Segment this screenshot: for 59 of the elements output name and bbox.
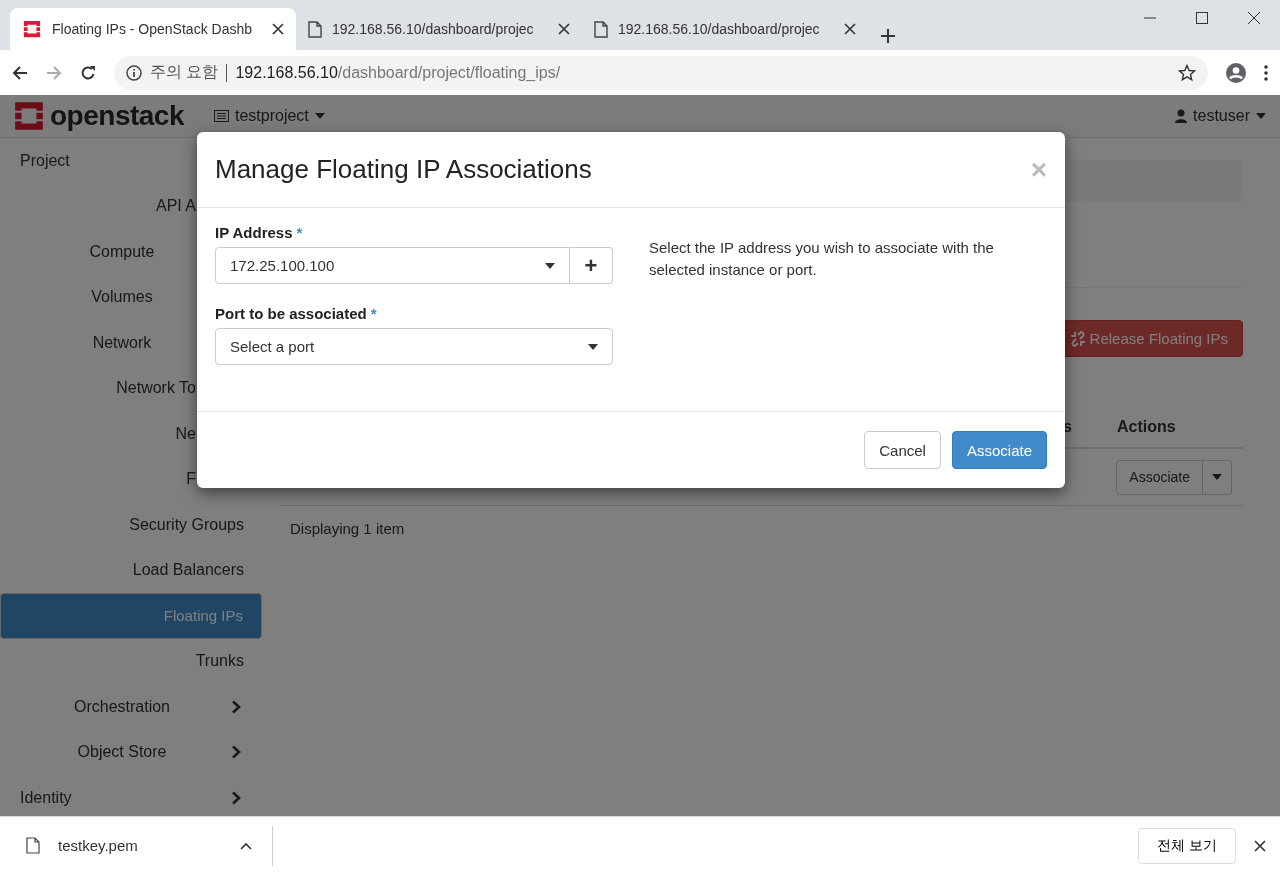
modal-title: Manage Floating IP Associations <box>215 154 593 185</box>
page-icon <box>594 20 608 38</box>
maximize-icon[interactable] <box>1196 12 1208 24</box>
address-bar[interactable]: 주의 요함 192.168.56.10/dashboard/project/floating_ips/ <box>114 55 1208 90</box>
menu-icon[interactable] <box>1264 64 1268 81</box>
close-icon[interactable] <box>844 23 856 35</box>
brand-name: openstack <box>50 100 184 132</box>
dropdown-toggle[interactable] <box>1203 459 1232 495</box>
chevron-right-icon <box>232 699 241 714</box>
field-label: IP Address * <box>215 224 304 241</box>
caret-icon <box>314 113 325 119</box>
openstack-logo-icon <box>22 19 42 39</box>
caret-icon <box>1212 474 1222 480</box>
chevron-right-icon <box>232 745 241 760</box>
account-icon[interactable] <box>1226 62 1246 83</box>
project-dropdown[interactable]: testproject <box>214 107 325 125</box>
field-label: Port to be associated * <box>215 305 378 322</box>
download-item[interactable]: testkey.pem <box>26 825 273 866</box>
list-icon <box>214 110 229 122</box>
show-all-button[interactable]: 전체 보기 <box>1138 827 1236 864</box>
user-icon <box>1175 109 1188 123</box>
new-tab-icon[interactable] <box>880 28 896 44</box>
column-header: Actions <box>1117 418 1177 436</box>
associate-button[interactable]: Associate <box>951 431 1047 469</box>
reload-icon[interactable] <box>80 64 96 81</box>
info-icon <box>126 64 142 81</box>
security-label: 주의 요함 <box>150 62 219 82</box>
browser-tab[interactable]: Floating IPs - OpenStack Dashb <box>10 8 296 50</box>
sidebar-item[interactable]: Floating IPs <box>0 593 262 639</box>
add-button[interactable]: + <box>570 247 613 284</box>
sidebar-item[interactable]: Security Groups <box>0 502 262 548</box>
caret-icon <box>1256 113 1266 119</box>
close-icon[interactable] <box>1248 12 1260 24</box>
sidebar-item[interactable]: Object Store <box>0 729 262 775</box>
item-count: Displaying 1 item <box>289 520 406 537</box>
caret-icon <box>545 262 555 269</box>
caret-icon <box>588 343 598 350</box>
browser-tab[interactable]: 192.168.56.10/dashboard/projec <box>296 8 582 50</box>
page-icon <box>308 20 322 38</box>
associate-button[interactable]: Associate <box>1116 459 1203 495</box>
sidebar-item[interactable]: Load Balancers <box>0 547 262 593</box>
star-icon[interactable] <box>1178 63 1196 82</box>
close-icon[interactable] <box>1254 839 1266 852</box>
chevron-up-icon[interactable] <box>240 841 252 850</box>
unlink-icon <box>1069 330 1086 347</box>
browser-tab[interactable]: 192.168.56.10/dashboard/projec <box>582 8 868 50</box>
sidebar-item[interactable]: Orchestration <box>0 684 262 730</box>
cancel-button[interactable]: Cancel <box>864 431 941 469</box>
openstack-logo-icon <box>12 99 46 133</box>
chevron-right-icon <box>232 790 241 805</box>
back-icon[interactable] <box>12 64 28 81</box>
close-icon[interactable] <box>558 23 570 35</box>
user-dropdown[interactable]: testuser <box>1175 107 1266 125</box>
select-field[interactable]: Select a port <box>215 328 613 365</box>
select-field[interactable]: 172.25.100.100 <box>215 247 570 284</box>
help-text: Select the IP address you wish to associate with the selected instance or port. <box>649 238 995 280</box>
url-text: 192.168.56.10/dashboard/project/floating_ips/ <box>235 63 561 82</box>
file-icon <box>26 837 40 854</box>
close-icon[interactable] <box>272 23 284 35</box>
